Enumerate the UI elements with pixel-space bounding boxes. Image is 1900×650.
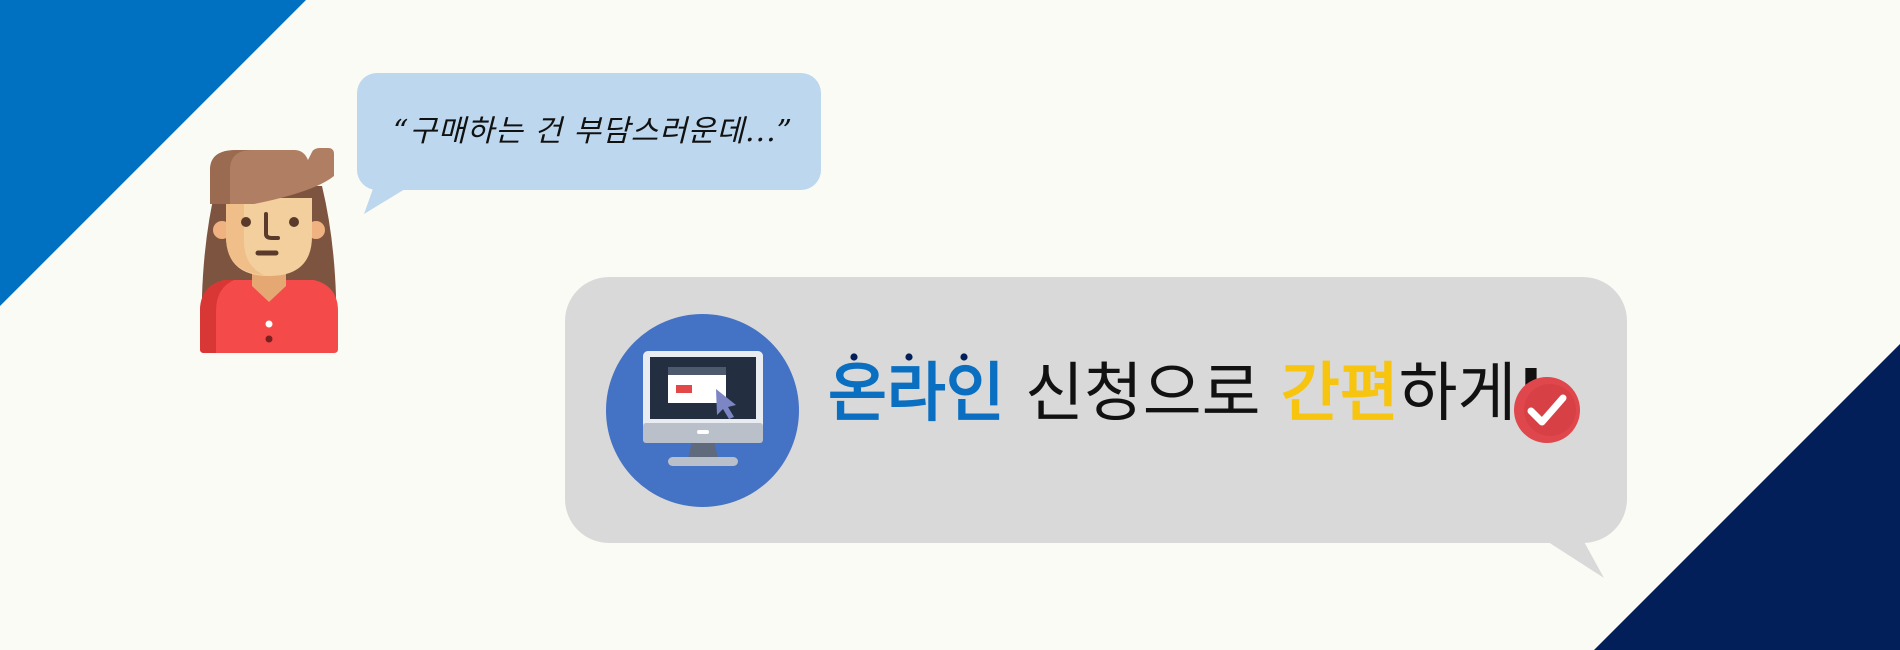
message-bubble-tail [1542,538,1604,578]
thought-bubble-tail [364,186,410,214]
headline-highlight-easy: 간편 [1280,357,1399,431]
headline-text-2: 하게 [1398,357,1517,431]
headline: 온라인 신청으로 간편 하게 ! [828,362,1546,426]
banner-canvas: “구매하는 건 부담스러운데...” 온라인 신청으로 간편 하게 ! [0,0,1900,650]
computer-monitor-icon [643,351,763,466]
thought-bubble-text: “구매하는 건 부담스러운데...” [393,113,793,149]
headline-text-1: 신청으로 [1004,357,1281,431]
thought-bubble: “구매하는 건 부담스러운데...” [357,73,821,190]
woman-avatar-icon [200,148,338,353]
check-badge-icon [1514,377,1580,443]
headline-highlight-online: 온라인 [828,357,1005,431]
corner-triangle-bottom-right [1594,344,1900,650]
